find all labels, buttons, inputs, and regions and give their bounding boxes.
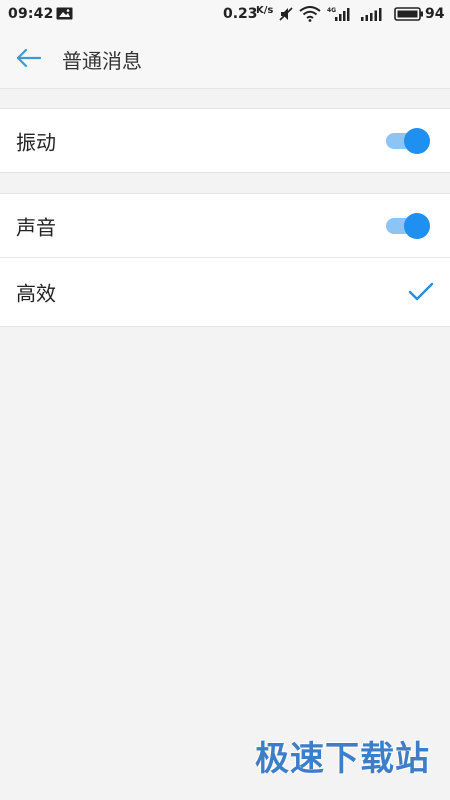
back-button[interactable] xyxy=(8,38,50,78)
setting-row-vibration[interactable]: 振动 xyxy=(0,109,450,172)
battery-level: 94 xyxy=(425,6,445,22)
cellular-signal-4g-icon: 4G xyxy=(327,7,350,21)
wifi-icon xyxy=(299,6,321,22)
battery-icon xyxy=(394,7,423,21)
network-speed-unit: K/s xyxy=(256,5,274,16)
back-arrow-icon xyxy=(16,48,42,68)
mute-icon xyxy=(279,7,293,21)
setting-row-efficient[interactable]: 高效 xyxy=(0,257,450,326)
page-title: 普通消息 xyxy=(62,49,142,73)
notification-icon xyxy=(56,7,73,20)
setting-row-sound[interactable]: 声音 xyxy=(0,194,450,257)
watermark-logo: 极速下载站 xyxy=(255,739,430,779)
cellular-signal-icon xyxy=(361,8,382,21)
setting-label-vibration: 振动 xyxy=(16,130,56,154)
settings-group-sound: 声音 高效 xyxy=(0,193,450,327)
network-type-label: 4G xyxy=(327,7,336,14)
setting-label-efficient: 高效 xyxy=(16,281,56,306)
app-header: 普通消息 xyxy=(0,28,450,89)
vibration-toggle[interactable] xyxy=(386,127,430,154)
status-time: 09:42 xyxy=(8,6,54,22)
network-speed: 0.23 xyxy=(223,6,258,22)
status-bar: 09:42 0.23 K/s 4G 94 xyxy=(0,0,450,28)
checkmark-icon xyxy=(408,282,434,301)
vibration-toggle-knob xyxy=(404,127,430,154)
setting-label-sound: 声音 xyxy=(16,215,56,239)
sound-toggle[interactable] xyxy=(386,212,430,239)
sound-toggle-knob xyxy=(404,212,430,239)
settings-group-vibration: 振动 xyxy=(0,108,450,173)
